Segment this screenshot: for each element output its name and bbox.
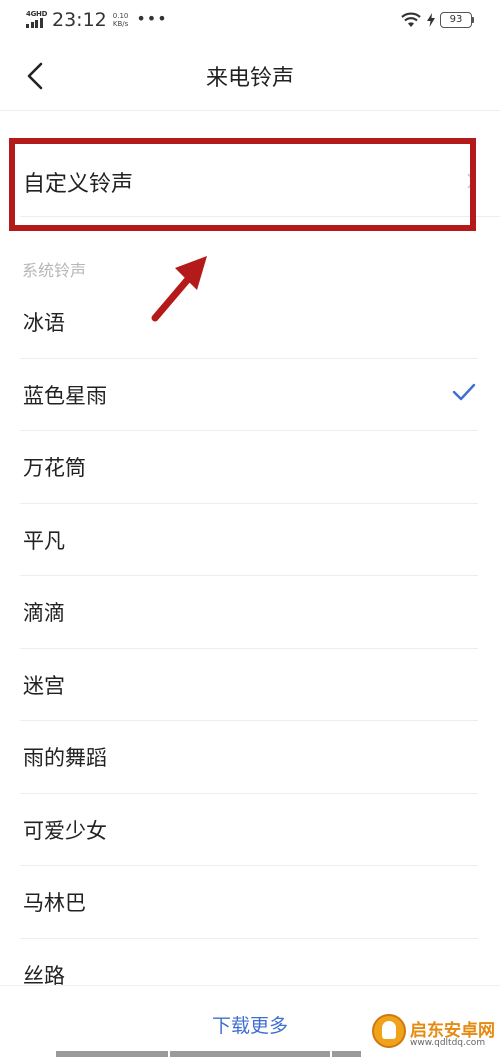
battery-icon: 93 <box>440 12 474 28</box>
status-time: 23:12 <box>52 9 107 31</box>
ringtone-label: 滴滴 <box>23 601 65 625</box>
status-left: 4GHD 23:12 0.10 KB/s ••• <box>26 8 168 32</box>
network-speed: 0.10 KB/s <box>113 12 129 28</box>
network-type: 4GHD <box>26 10 48 18</box>
highlight-box <box>9 138 476 231</box>
battery-level: 93 <box>440 12 472 28</box>
nav-gesture-bar[interactable] <box>56 1051 361 1057</box>
signal-icon: 4GHD <box>26 10 48 30</box>
ringtone-label: 迷宫 <box>23 673 65 698</box>
system-ringtones-header: 系统铃声 <box>22 261 87 280</box>
ringtone-label: 万花筒 <box>23 456 86 480</box>
ringtone-item[interactable]: 冰语 <box>0 286 500 359</box>
ringtone-item[interactable]: 平凡 <box>0 504 500 576</box>
ringtone-list: 冰语 蓝色星雨 万花筒 平凡 滴滴 迷宫 雨的舞蹈 可爱少女 马林巴 丝路 <box>0 286 500 1011</box>
ringtone-item[interactable]: 雨的舞蹈 <box>0 721 500 794</box>
watermark: 启东安卓网 www.qdltdq.com <box>368 1002 500 1057</box>
ringtone-item[interactable]: 万花筒 <box>0 431 500 504</box>
status-bar: 4GHD 23:12 0.10 KB/s ••• 93 <box>0 0 500 40</box>
watermark-url: www.qdltdq.com <box>410 1038 486 1048</box>
network-speed-value: 0.10 <box>112 12 129 20</box>
charging-icon <box>427 13 435 27</box>
ringtone-item[interactable]: 蓝色星雨 <box>0 359 500 431</box>
checkmark-icon <box>452 383 476 400</box>
ringtone-label: 可爱少女 <box>23 818 107 843</box>
ringtone-item[interactable]: 可爱少女 <box>0 794 500 866</box>
header: 来电铃声 <box>0 40 500 110</box>
ringtone-label: 蓝色星雨 <box>23 383 107 408</box>
ringtone-label: 雨的舞蹈 <box>23 746 107 770</box>
status-right: 93 <box>400 9 474 31</box>
ringtone-label: 马林巴 <box>23 891 86 915</box>
network-speed-unit: KB/s <box>112 20 129 28</box>
ringtone-item[interactable]: 迷宫 <box>0 649 500 721</box>
page-title: 来电铃声 <box>205 66 294 91</box>
ringtone-label: 平凡 <box>23 528 65 553</box>
wifi-icon <box>401 12 421 27</box>
ringtone-item[interactable]: 马林巴 <box>0 866 500 939</box>
more-notifications-icon: ••• <box>136 8 168 28</box>
ringtone-item[interactable]: 滴滴 <box>0 576 500 649</box>
header-divider <box>0 110 500 111</box>
watermark-logo-icon <box>372 1014 406 1048</box>
ringtone-label: 冰语 <box>23 311 65 335</box>
